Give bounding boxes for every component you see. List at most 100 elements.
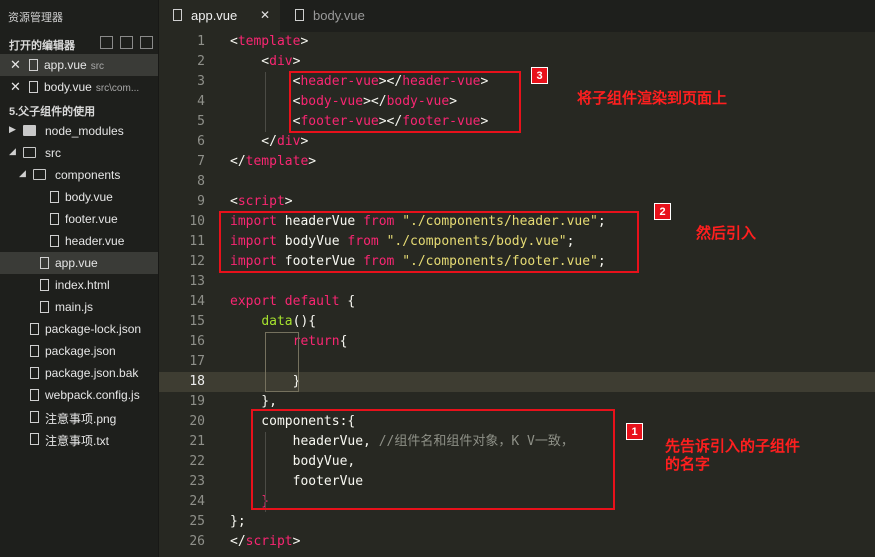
tree-item-label: node_modules xyxy=(45,124,124,138)
line-number: 18 xyxy=(189,374,205,389)
tree-item-node_modules[interactable]: ▶ node_modules xyxy=(0,120,158,142)
file-icon xyxy=(29,59,38,71)
project-header[interactable]: 5.父子组件的使用 xyxy=(0,99,158,119)
code-token: > xyxy=(284,194,293,209)
folder-open-icon xyxy=(33,169,46,180)
open-editors-header[interactable]: 打开的编辑器 xyxy=(0,33,158,53)
tree-item-index-html[interactable]: index.html xyxy=(0,274,158,296)
chevron-down-icon[interactable]: ◢ xyxy=(19,168,26,179)
line-number: 21 xyxy=(189,434,205,449)
code-token: </ xyxy=(230,154,246,169)
save-all-icon[interactable] xyxy=(100,36,113,49)
open-editor-name: app.vue xyxy=(44,58,87,72)
line-number: 25 xyxy=(189,514,205,529)
line-number: 9 xyxy=(197,194,205,209)
line-number: 23 xyxy=(189,474,205,489)
code-line[interactable]: <template> xyxy=(230,32,308,52)
tree-item-footer-vue[interactable]: footer.vue xyxy=(0,208,158,230)
annotation-box-1 xyxy=(251,409,615,510)
code-token: < xyxy=(230,194,238,209)
line-number: 24 xyxy=(189,494,205,509)
line-number: 16 xyxy=(189,334,205,349)
open-editor-item[interactable]: ✕ body.vue src\com... xyxy=(0,76,158,98)
bracket-match-box xyxy=(265,332,299,392)
tab-app-vue[interactable]: app.vue ✕ xyxy=(159,0,280,32)
annotation-note-3: 将子组件渲染到页面上 xyxy=(577,90,728,107)
file-icon xyxy=(173,9,182,21)
tab-body-vue[interactable]: body.vue xyxy=(281,0,401,32)
code-token: </ xyxy=(230,534,246,549)
file-icon xyxy=(40,279,49,291)
file-icon xyxy=(30,433,39,445)
new-file-icon[interactable] xyxy=(120,36,133,49)
tab-label: body.vue xyxy=(313,8,365,23)
code-line[interactable]: </div> xyxy=(230,132,308,152)
code-line[interactable]: export default { xyxy=(230,292,355,312)
code-token: template xyxy=(245,154,309,169)
indent-guide xyxy=(265,72,266,132)
line-number: 20 xyxy=(189,414,205,429)
annotation-badge-1: 1 xyxy=(626,423,643,440)
line-number: 19 xyxy=(189,394,205,409)
tree-item-notes-png[interactable]: 注意事项.png xyxy=(0,406,158,428)
tree-item-package-json[interactable]: package.json xyxy=(0,340,158,362)
tree-item-main-js[interactable]: main.js xyxy=(0,296,158,318)
tree-item-label: package-lock.json xyxy=(45,322,142,336)
code-token: script xyxy=(237,194,285,209)
line-number: 14 xyxy=(189,294,205,309)
tree-item-label: body.vue xyxy=(65,190,113,204)
tree-item-label: webpack.config.js xyxy=(45,388,140,402)
tree-item-package-json-bak[interactable]: package.json.bak xyxy=(0,362,158,384)
project-label: 5.父子组件的使用 xyxy=(9,106,96,118)
chevron-down-icon[interactable]: ◢ xyxy=(9,146,16,157)
chevron-right-icon[interactable]: ▶ xyxy=(9,124,16,135)
line-number: 10 xyxy=(189,214,205,229)
annotation-badge-2: 2 xyxy=(654,203,671,220)
line-number: 17 xyxy=(189,354,205,369)
line-number: 15 xyxy=(189,314,205,329)
tree-item-notes-txt[interactable]: 注意事项.txt xyxy=(0,428,158,450)
line-number: 4 xyxy=(197,94,205,109)
tree-item-src[interactable]: ◢ src xyxy=(0,142,158,164)
close-icon[interactable]: ✕ xyxy=(10,79,21,95)
code-token: </ xyxy=(230,134,277,149)
tree-item-label: 注意事项.png xyxy=(45,412,117,426)
code-token: }; xyxy=(230,514,246,529)
tree-item-label: header.vue xyxy=(65,234,125,248)
close-icon[interactable]: ✕ xyxy=(10,57,21,73)
code-line[interactable]: </template> xyxy=(230,152,316,172)
open-editor-item[interactable]: ✕ app.vue src xyxy=(0,54,158,76)
code-line[interactable]: data(){ xyxy=(230,312,316,332)
line-number: 12 xyxy=(189,254,205,269)
tree-item-header-vue[interactable]: header.vue xyxy=(0,230,158,252)
code-line[interactable]: <script> xyxy=(230,192,293,212)
tree-item-body-vue[interactable]: body.vue xyxy=(0,186,158,208)
code-line[interactable]: }; xyxy=(230,512,246,532)
tree-item-label: components xyxy=(55,168,121,182)
code-token: data xyxy=(261,314,293,329)
file-icon xyxy=(40,301,49,313)
code-token: }, xyxy=(230,394,277,409)
tree-item-components[interactable]: ◢ components xyxy=(0,164,158,186)
code-token: return xyxy=(292,334,340,349)
tree-item-label: src xyxy=(45,146,61,160)
folder-icon xyxy=(23,125,36,136)
code-token: { xyxy=(339,294,356,309)
explorer-sidebar: 资源管理器 打开的编辑器 ✕ app.vue src ✕ body.vue src\… xyxy=(0,0,159,557)
annotation-note-2: 然后引入 xyxy=(696,225,757,242)
code-line[interactable]: </script> xyxy=(230,532,300,552)
code-line[interactable]: <div> xyxy=(230,52,300,72)
folder-open-icon xyxy=(23,147,36,158)
tree-item-package-lock-json[interactable]: package-lock.json xyxy=(0,318,158,340)
code-token: div xyxy=(276,134,301,149)
tree-item-app-vue[interactable]: app.vue xyxy=(0,252,158,274)
open-editor-path: src\com... xyxy=(95,83,140,94)
tree-item-webpack-config-js[interactable]: webpack.config.js xyxy=(0,384,158,406)
explorer-title: 资源管理器 xyxy=(8,12,63,24)
file-icon xyxy=(30,389,39,401)
close-all-icon[interactable] xyxy=(140,36,153,49)
close-icon[interactable]: ✕ xyxy=(260,8,270,22)
file-icon xyxy=(30,323,39,335)
line-number-gutter: 1 2 3 4 5 6 7 8 9 10 11 12 13 14 15 16 17 18 19 20 21 22 23 24 2… xyxy=(159,32,217,557)
code-token: div xyxy=(269,54,293,69)
